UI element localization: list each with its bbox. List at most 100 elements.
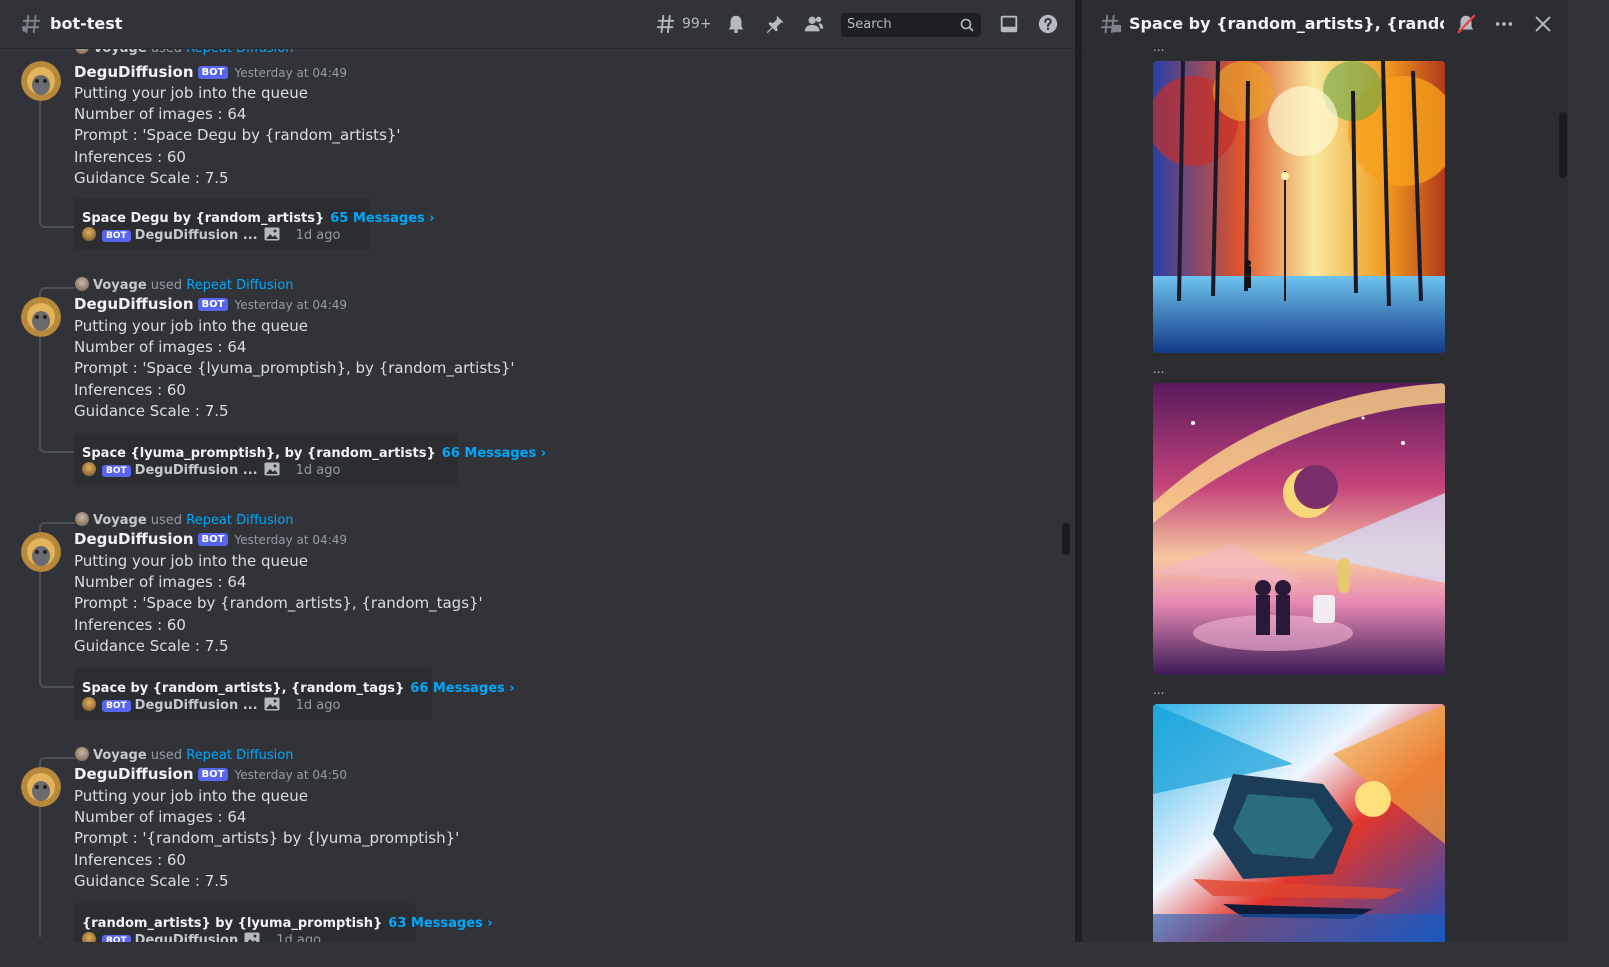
channel-header: bot-test 99+ Search bbox=[0, 0, 1075, 49]
message-line: Number of images : 64 bbox=[74, 808, 247, 826]
bot-tag: BOT bbox=[102, 230, 131, 242]
search-placeholder: Search bbox=[847, 17, 892, 32]
inbox-icon[interactable] bbox=[998, 13, 1020, 35]
timestamp[interactable]: Yesterday at 04:49 bbox=[234, 66, 347, 80]
ref-command[interactable]: Repeat Diffusion bbox=[186, 278, 293, 293]
thread-preview[interactable]: {random_artists} by {lyuma_promptish} 63 … bbox=[74, 903, 493, 942]
channel-scrollbar-thumb[interactable] bbox=[1062, 523, 1070, 555]
reply-reference[interactable]: Voyage used Repeat Diffusion bbox=[75, 512, 294, 528]
ref-username[interactable]: Voyage bbox=[93, 278, 147, 293]
message-line: Putting your job into the queue bbox=[74, 787, 309, 805]
threads-icon[interactable] bbox=[656, 13, 678, 35]
thread-title: Space by {random_artists}, {random_tag bbox=[1129, 14, 1444, 33]
thread-last-author: DeguDiffusion bbox=[134, 933, 239, 942]
message-line: Putting your job into the queue bbox=[74, 552, 309, 570]
threads-count[interactable]: 99+ bbox=[682, 16, 712, 32]
image-attachment-icon bbox=[264, 697, 280, 711]
thread-time-ago: 1d ago bbox=[276, 933, 322, 942]
voyage-avatar-small bbox=[75, 747, 89, 761]
message-line: Inferences : 60 bbox=[74, 851, 186, 869]
generated-image-space-ship[interactable] bbox=[1153, 704, 1445, 942]
timestamp[interactable]: Yesterday at 04:49 bbox=[234, 298, 347, 312]
ref-command[interactable]: Repeat Diffusion bbox=[186, 748, 293, 763]
search-icon bbox=[960, 18, 974, 32]
thread-spine-end bbox=[39, 674, 75, 688]
message: Voyage used Repeat Diffusion DeguDiffusi… bbox=[0, 508, 1060, 738]
reply-reference[interactable]: Voyage used Repeat Diffusion bbox=[75, 277, 294, 293]
thread-preview[interactable]: Space Degu by {random_artists} 65 Message… bbox=[74, 198, 435, 250]
message: Voyage used Repeat Diffusion DeguDiffusi… bbox=[0, 743, 1060, 942]
thread-last-author: DeguDiffusion ... bbox=[134, 228, 258, 243]
image-attachment-icon bbox=[264, 227, 280, 241]
thread-spine bbox=[39, 572, 41, 684]
pane-divider[interactable] bbox=[1075, 0, 1082, 942]
bot-tag: BOT bbox=[102, 935, 131, 942]
thread-preview[interactable]: Space {lyuma_promptish}, by {random_arti… bbox=[74, 433, 546, 485]
message-line: Putting your job into the queue bbox=[74, 84, 309, 102]
message-line: Inferences : 60 bbox=[74, 381, 186, 399]
thread-name[interactable]: Space Degu by {random_artists} bbox=[82, 211, 324, 226]
message-line: Number of images : 64 bbox=[74, 573, 247, 591]
thread-message-count[interactable]: 63 Messages › bbox=[388, 916, 492, 931]
bot-avatar-small bbox=[82, 227, 96, 241]
thread-channel-icon bbox=[1100, 14, 1122, 34]
thread-message-count[interactable]: 65 Messages › bbox=[330, 211, 434, 226]
generated-image-space-couple[interactable] bbox=[1153, 383, 1445, 675]
thread-name[interactable]: {random_artists} by {lyuma_promptish} bbox=[82, 916, 382, 931]
thread-time-ago: 1d ago bbox=[295, 463, 341, 478]
image-attachment-icon bbox=[244, 932, 260, 942]
thread-time-ago: 1d ago bbox=[295, 698, 341, 713]
ref-command[interactable]: Repeat Diffusion bbox=[186, 513, 293, 528]
author-name[interactable]: DeguDiffusion bbox=[74, 295, 194, 313]
notification-bell-icon[interactable] bbox=[725, 13, 747, 35]
ref-username[interactable]: Voyage bbox=[93, 748, 147, 763]
thread-name[interactable]: Space {lyuma_promptish}, by {random_arti… bbox=[82, 446, 436, 461]
bot-tag: BOT bbox=[197, 533, 229, 546]
thread-spine-end bbox=[39, 214, 75, 228]
message-line: Number of images : 64 bbox=[74, 105, 247, 123]
message: DeguDiffusion BOT Yesterday at 04:49 Putti… bbox=[0, 48, 1060, 278]
ref-username[interactable]: Voyage bbox=[93, 513, 147, 528]
thread-time-ago: 1d ago bbox=[295, 228, 341, 243]
thread-name[interactable]: Space by {random_artists}, {random_tags} bbox=[82, 681, 404, 696]
help-icon[interactable] bbox=[1037, 13, 1059, 35]
ellipsis: ... bbox=[1153, 683, 1165, 697]
thread-message-count[interactable]: 66 Messages › bbox=[410, 681, 514, 696]
author-name[interactable]: DeguDiffusion bbox=[74, 63, 194, 81]
bot-tag: BOT bbox=[197, 768, 229, 781]
timestamp[interactable]: Yesterday at 04:50 bbox=[234, 768, 347, 782]
thread-header: Space by {random_artists}, {random_tag bbox=[1082, 0, 1568, 49]
thread-spine bbox=[39, 807, 41, 937]
timestamp[interactable]: Yesterday at 04:49 bbox=[234, 533, 347, 547]
bot-tag: BOT bbox=[102, 700, 131, 712]
avatar[interactable] bbox=[21, 297, 61, 337]
close-icon[interactable] bbox=[1532, 13, 1554, 35]
search-input[interactable]: Search bbox=[841, 13, 981, 37]
avatar[interactable] bbox=[21, 532, 61, 572]
voyage-avatar-small bbox=[75, 277, 89, 291]
avatar[interactable] bbox=[21, 61, 61, 101]
message-line: Prompt : 'Space by {random_artists}, {ra… bbox=[74, 594, 483, 612]
pin-icon[interactable] bbox=[764, 13, 786, 35]
thread-last-author: DeguDiffusion ... bbox=[134, 698, 258, 713]
ref-used-text: used bbox=[150, 748, 183, 763]
message-line: Guidance Scale : 7.5 bbox=[74, 402, 229, 420]
bot-tag: BOT bbox=[102, 465, 131, 477]
reply-reference[interactable]: Voyage used Repeat Diffusion bbox=[75, 747, 294, 763]
message-line: Putting your job into the queue bbox=[74, 317, 309, 335]
thread-scrollbar-thumb[interactable] bbox=[1559, 112, 1567, 178]
thread-preview[interactable]: Space by {random_artists}, {random_tags}… bbox=[74, 668, 515, 720]
bot-avatar-small bbox=[82, 932, 96, 942]
message-line: Prompt : '{random_artists} by {lyuma_pro… bbox=[74, 829, 460, 847]
thread-message-count[interactable]: 66 Messages › bbox=[442, 446, 546, 461]
author-name[interactable]: DeguDiffusion bbox=[74, 765, 194, 783]
author-name[interactable]: DeguDiffusion bbox=[74, 530, 194, 548]
mute-notifications-icon[interactable] bbox=[1455, 13, 1477, 35]
message-line: Inferences : 60 bbox=[74, 148, 186, 166]
member-list-icon[interactable] bbox=[803, 13, 825, 35]
message-line: Prompt : 'Space {lyuma_promptish}, by {r… bbox=[74, 359, 515, 377]
avatar[interactable] bbox=[21, 767, 61, 807]
more-options-icon[interactable] bbox=[1493, 13, 1515, 35]
generated-image-autumn-park[interactable] bbox=[1153, 61, 1445, 353]
ref-used-text: used bbox=[150, 278, 183, 293]
